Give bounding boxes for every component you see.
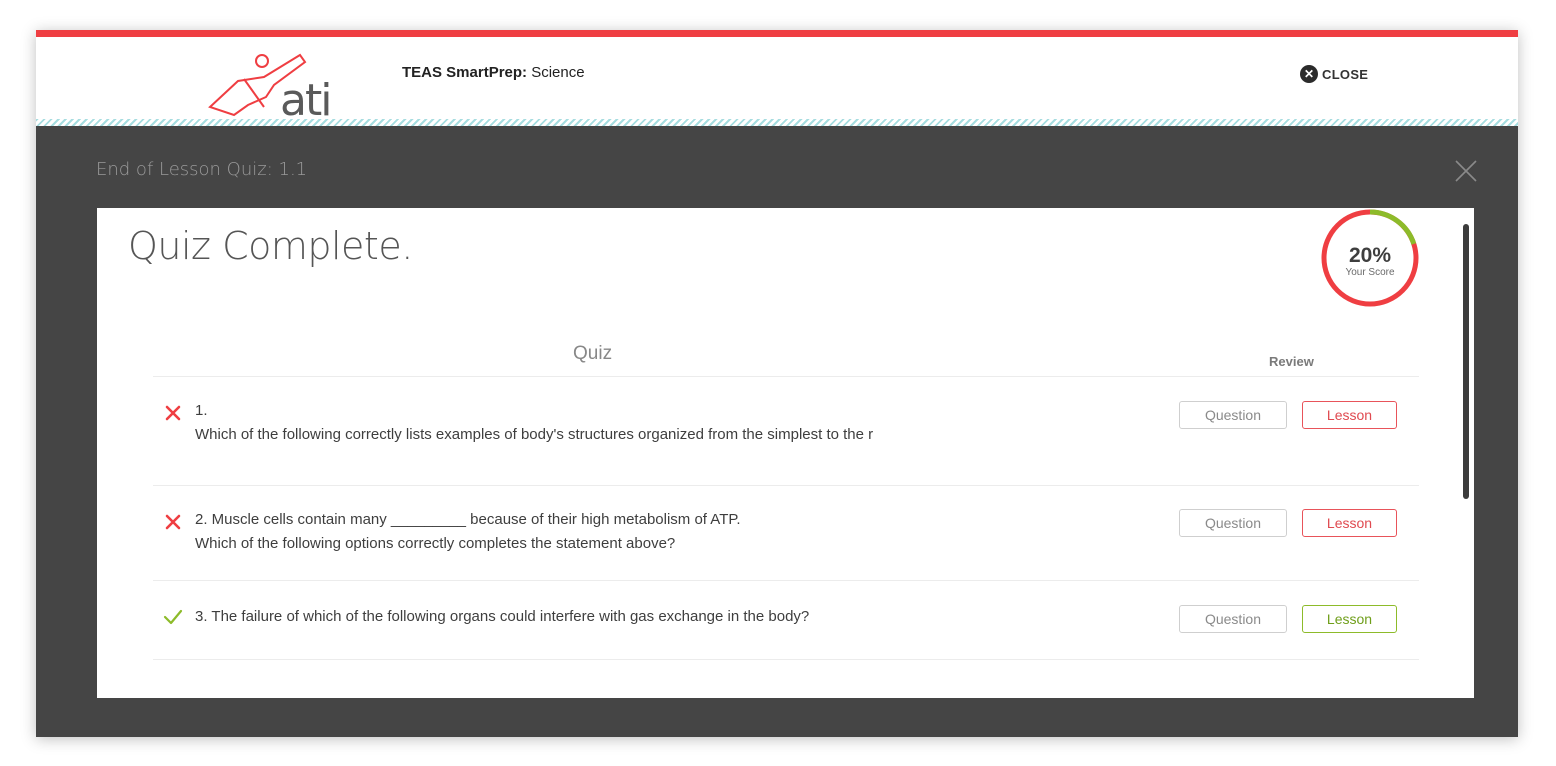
- review-question-button[interactable]: Question: [1179, 509, 1287, 537]
- quiz-row-3: 3. The failure of which of the following…: [153, 581, 1419, 659]
- divider: [153, 659, 1419, 660]
- panel-scrollbar[interactable]: [1463, 224, 1469, 499]
- app-name: TEAS SmartPrep:: [402, 64, 528, 81]
- question-number: 1.: [195, 402, 208, 419]
- quiz-results-panel: Quiz Complete. 20% Your Score Quiz Revie…: [97, 208, 1474, 698]
- close-label: CLOSE: [1322, 66, 1369, 82]
- question-text: 2. Muscle cells contain many _________ b…: [195, 508, 741, 556]
- score-gauge: 20% Your Score: [1320, 208, 1420, 312]
- modal-title: End of Lesson Quiz: 1.1: [96, 159, 308, 180]
- incorrect-x-icon: [165, 514, 181, 530]
- app-subject: Science: [531, 64, 585, 81]
- quiz-row-2: 2. Muscle cells contain many _________ b…: [153, 486, 1419, 580]
- question-text: 3. The failure of which of the following…: [195, 608, 810, 625]
- review-lesson-button[interactable]: Lesson: [1302, 401, 1397, 429]
- modal-overlay: End of Lesson Quiz: 1.1 Quiz Complete. 2…: [36, 126, 1518, 737]
- review-question-button[interactable]: Question: [1179, 605, 1287, 633]
- close-circle-icon: ✕: [1300, 65, 1318, 83]
- top-accent-stripe: [36, 30, 1518, 37]
- score-percent: 20%: [1348, 244, 1392, 267]
- quiz-row-1: 1. Which of the following correctly list…: [153, 377, 1419, 485]
- question-body: Which of the following correctly lists e…: [195, 426, 874, 443]
- app-window: ati TEAS SmartPrep: Science ✕ CLOSE End …: [36, 30, 1518, 737]
- quiz-complete-heading: Quiz Complete.: [128, 224, 413, 268]
- header-hatch-divider: [36, 119, 1518, 126]
- modal-close-icon[interactable]: [1454, 159, 1478, 183]
- incorrect-x-icon: [165, 405, 181, 421]
- question-text: 1. Which of the following correctly list…: [195, 399, 873, 447]
- question-line-1: 2. Muscle cells contain many _________ b…: [195, 511, 741, 528]
- app-header: ati TEAS SmartPrep: Science ✕ CLOSE: [36, 37, 1518, 126]
- question-line-2: Which of the following options correctly…: [195, 535, 676, 552]
- ati-logo[interactable]: ati: [204, 45, 354, 127]
- score-label: Your Score: [1345, 267, 1395, 278]
- review-lesson-button[interactable]: Lesson: [1302, 509, 1397, 537]
- correct-check-icon: [163, 609, 183, 625]
- app-title: TEAS SmartPrep: Science: [402, 64, 585, 81]
- column-header-review: Review: [1269, 354, 1314, 369]
- column-header-quiz: Quiz: [573, 343, 613, 364]
- ati-logo-mark-icon: [208, 53, 307, 117]
- review-question-button[interactable]: Question: [1179, 401, 1287, 429]
- review-lesson-button[interactable]: Lesson: [1302, 605, 1397, 633]
- close-button[interactable]: ✕ CLOSE: [1300, 65, 1368, 83]
